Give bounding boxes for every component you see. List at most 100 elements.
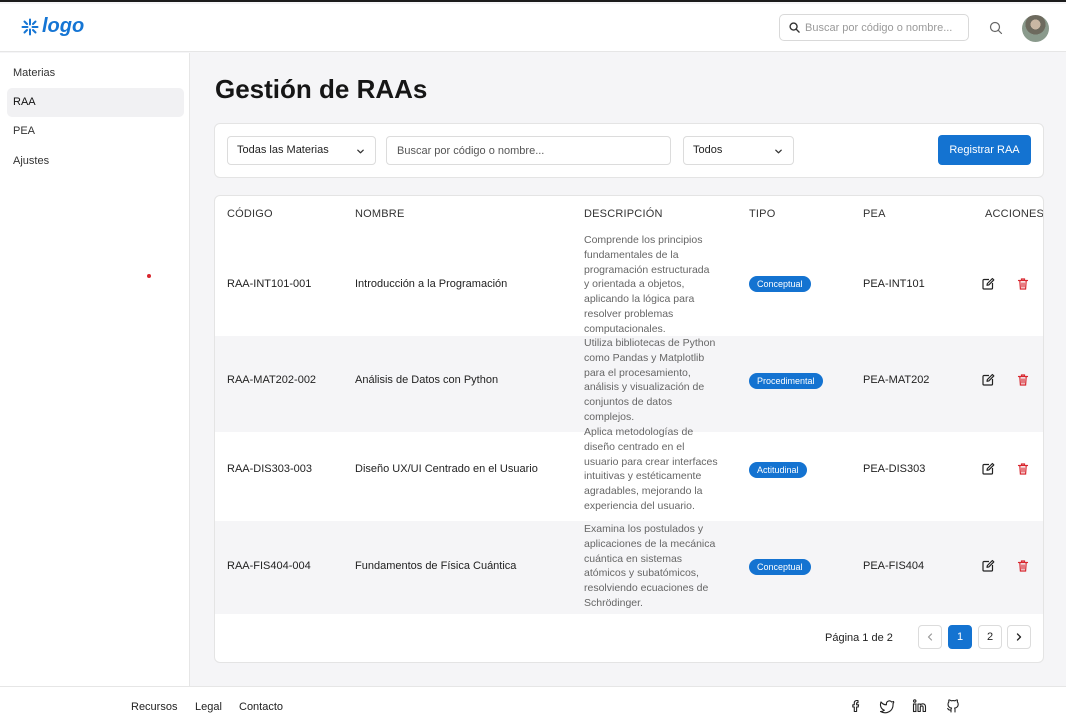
pagination-page-1[interactable]: 1 [948,625,972,649]
description-line: computacionales. [584,322,666,335]
description-line: Utiliza bibliotecas de Python [584,337,716,349]
top-bar: logo [0,4,1066,52]
table-header: CÓDIGO NOMBRE DESCRIPCIÓN TIPO PEA ACCIO… [215,196,1044,232]
column-header-code: CÓDIGO [227,208,273,220]
chevron-down-icon [775,149,782,154]
subject-select[interactable]: Todas las Materias [227,136,376,165]
description-line: fundamentales de la [584,248,679,261]
linkedin-icon[interactable] [912,698,928,714]
description-line: resolver problemas [584,307,674,320]
description-line: atómicos y subatómicos, [584,567,699,580]
footer-link-recursos[interactable]: Recursos [131,701,177,713]
description-line: intuitivas y estéticamente [584,470,702,483]
sidebar-item-ajustes[interactable]: Ajustes [7,147,184,176]
table-row: RAA-DIS303-003 Diseño UX/UI Centrado en … [215,425,1043,521]
description-line: Aplica metodologías de [584,426,694,438]
description-line: Examina los postulados y [584,523,704,535]
facebook-icon[interactable] [848,698,864,714]
table-row: RAA-FIS404-004 Fundamentos de Física Cuá… [215,521,1043,614]
row-description: Aplica metodologías de diseño centrado e… [584,425,729,514]
type-badge: Conceptual [749,559,811,575]
search-icon [789,22,800,33]
row-pea: PEA-DIS303 [863,463,926,475]
filters-bar: Todas las Materias Todos Registrar RAA [214,123,1044,178]
raa-table: CÓDIGO NOMBRE DESCRIPCIÓN TIPO PEA ACCIO… [214,195,1044,663]
trash-icon[interactable] [1016,277,1030,291]
table-body: RAA-INT101-001 Introducción a la Program… [215,232,1043,614]
row-name: Fundamentos de Física Cuántica [355,560,517,572]
pagination-prev-button[interactable] [918,625,942,649]
page-title: Gestión de RAAs [215,74,428,104]
app-window: logo Materias RAA PEA Ajustes [0,0,1066,716]
chevron-down-icon [357,149,364,154]
column-header-name: NOMBRE [355,208,405,220]
description-line: análisis y visualización de [584,381,705,394]
column-header-actions: ACCIONES [985,208,1044,220]
description-line: y orientada a objetos, [584,278,685,291]
row-description: Comprende los principios fundamentales d… [584,233,729,337]
logo[interactable]: logo [21,15,84,38]
type-select[interactable]: Todos [683,136,794,165]
indicator-dot [147,274,151,278]
row-code: RAA-INT101-001 [227,278,312,290]
footer-link-contacto[interactable]: Contacto [239,701,283,713]
sidebar-item-label: RAA [13,96,36,108]
column-header-type: TIPO [749,208,776,220]
description-line: diseño centrado en el [584,440,685,453]
description-line: agradables, mejorando la [584,485,703,498]
description-line: cuántica en sistemas [584,552,683,565]
pagination-page-2[interactable]: 2 [978,625,1002,649]
logo-text: logo [42,15,85,37]
sidebar-item-label: Materias [13,67,56,79]
row-description: Examina los postulados y aplicaciones de… [584,522,729,611]
global-search-input[interactable] [805,21,965,34]
row-pea: PEA-MAT202 [863,374,930,386]
row-code: RAA-FIS404-004 [227,560,311,572]
sidebar: Materias RAA PEA Ajustes [0,53,190,686]
pagination-next-button[interactable] [1007,625,1031,649]
global-search-box[interactable] [779,14,969,41]
description-line: programación estructurada [584,263,710,276]
description-line: usuario para crear interfaces [584,455,718,468]
edit-icon[interactable] [981,559,995,573]
trash-icon[interactable] [1016,559,1030,573]
filter-search-input[interactable] [397,137,657,164]
trash-icon[interactable] [1016,373,1030,387]
row-code: RAA-DIS303-003 [227,463,312,475]
column-header-description: DESCRIPCIÓN [584,208,663,220]
user-avatar[interactable] [1022,15,1049,42]
description-line: complejos. [584,410,635,423]
description-line: aplicaciones de la mecánica [584,537,716,550]
footer: Recursos Legal Contacto [0,686,1066,716]
table-row: RAA-MAT202-002 Análisis de Datos con Pyt… [215,336,1043,432]
chevron-right-icon [1016,633,1022,641]
pagination-label: Página 1 de 2 [825,632,893,644]
row-name: Introducción a la Programación [355,278,508,290]
row-description: Utiliza bibliotecas de Python como Panda… [584,336,729,425]
filter-search-box[interactable] [386,136,671,165]
github-icon[interactable] [945,698,961,714]
register-raa-button[interactable]: Registrar RAA [938,135,1031,165]
type-badge: Conceptual [749,276,811,292]
type-badge: Actitudinal [749,462,807,478]
type-select-value: Todos [693,144,723,156]
sidebar-item-raa[interactable]: RAA [7,88,184,117]
sparkle-icon [21,18,39,35]
edit-icon[interactable] [981,277,995,291]
footer-link-legal[interactable]: Legal [195,701,222,713]
edit-icon[interactable] [981,462,995,476]
description-line: resolviendo ecuaciones de [584,582,709,595]
search-icon[interactable] [988,20,1004,36]
description-line: para el procesamiento, [584,366,691,379]
description-line: Schrödinger. [584,596,643,609]
sidebar-item-label: Ajustes [13,155,50,167]
sidebar-item-materias[interactable]: Materias [7,59,184,88]
sidebar-item-pea[interactable]: PEA [7,117,184,146]
chevron-left-icon [927,633,933,641]
edit-icon[interactable] [981,373,995,387]
subject-select-value: Todas las Materias [237,144,329,156]
twitter-icon[interactable] [879,698,895,714]
row-pea: PEA-INT101 [863,278,925,290]
trash-icon[interactable] [1016,462,1030,476]
row-name: Diseño UX/UI Centrado en el Usuario [355,463,538,475]
